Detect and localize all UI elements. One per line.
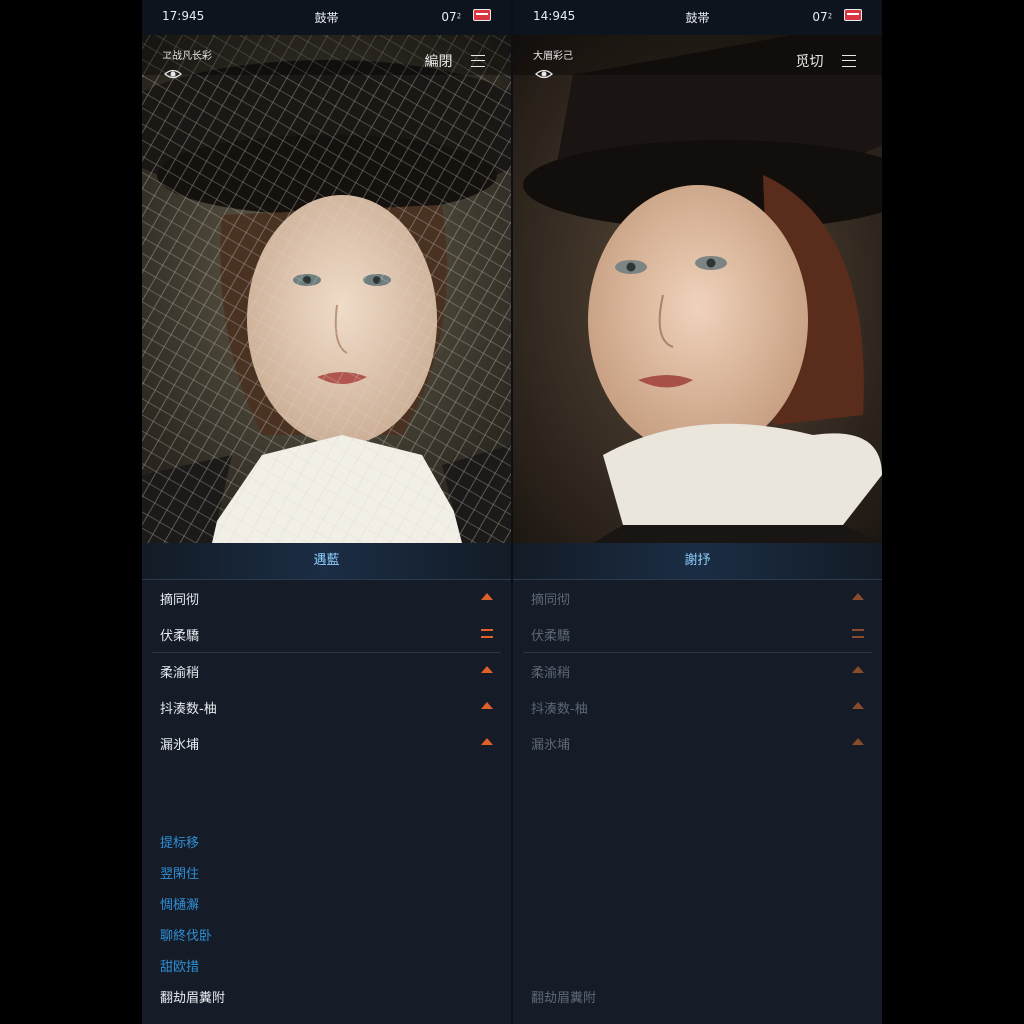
menu-item-label: 柔渝稍 (531, 666, 571, 681)
menu-item-label: 漏氷埔 (531, 738, 571, 753)
menu-item-label: 抖湊数-柚 (160, 702, 217, 717)
link-item[interactable]: 提标移 (160, 832, 212, 863)
menu-item-label: 摘同彻 (531, 593, 571, 608)
up-arrow-icon (481, 702, 493, 709)
top-actions: 編閉 (425, 51, 485, 71)
top-action-button[interactable]: 觅切 (796, 54, 824, 70)
menu-item-3[interactable]: 柔渝稍 (142, 653, 511, 689)
footer-text: 翻劫眉糞附 (531, 991, 597, 1006)
link-item[interactable]: 甜欧措 (160, 956, 212, 987)
photo-overlay: ヱ战凡长彩 編閉 (142, 35, 511, 135)
link-list: 提标移 翌閑住 惆樋澥 聊終伐卧 甜欧措 (160, 832, 212, 987)
up-arrow-icon (852, 738, 864, 745)
eye-icon[interactable] (535, 67, 553, 81)
menu-item-2[interactable]: 伏柔驕 (142, 616, 511, 652)
menu-item-4[interactable]: 抖湊数-柚 (513, 689, 882, 725)
section-header[interactable]: 謝抒 (513, 543, 882, 580)
status-bar: 17:945 鼓帯 07⁲ (142, 0, 511, 35)
settings-menu: 摘同彻 伏柔驕 柔渝稍 抖湊数-柚 漏氷埔 (142, 580, 511, 761)
menu-item-label: 漏氷埔 (160, 738, 200, 753)
lines-icon (481, 629, 493, 638)
menu-item-label: 伏柔驕 (160, 629, 200, 644)
status-battery-text: 07⁲ (812, 10, 832, 24)
lines-icon (852, 629, 864, 638)
menu-item-4[interactable]: 抖湊数-柚 (142, 689, 511, 725)
app-window: 17:945 鼓帯 07⁲ (142, 0, 882, 1024)
footer-text: 翻劫眉糞附 (160, 991, 226, 1006)
menu-item-label: 摘同彻 (160, 593, 200, 608)
up-arrow-icon (481, 738, 493, 745)
top-actions: 觅切 (796, 51, 856, 71)
photo-caption: ヱ战凡长彩 (162, 51, 212, 62)
photo-overlay: 大眉彩己 觅切 (513, 35, 882, 135)
menu-item-5[interactable]: 漏氷埔 (142, 725, 511, 761)
link-item[interactable]: 聊終伐卧 (160, 925, 212, 956)
up-arrow-icon (852, 593, 864, 600)
link-item[interactable]: 惆樋澥 (160, 894, 212, 925)
menu-item-1[interactable]: 摘同彻 (513, 580, 882, 616)
menu-item-5[interactable]: 漏氷埔 (513, 725, 882, 761)
link-item[interactable]: 翌閑住 (160, 863, 212, 894)
photo-caption: 大眉彩己 (533, 51, 573, 62)
menu-icon[interactable] (842, 55, 856, 67)
up-arrow-icon (481, 593, 493, 600)
status-battery-text: 07⁲ (441, 10, 461, 24)
menu-item-1[interactable]: 摘同彻 (142, 580, 511, 616)
up-arrow-icon (481, 666, 493, 673)
status-bar: 14:945 鼓帯 07⁲ (513, 0, 882, 35)
menu-item-label: 抖湊数-柚 (531, 702, 588, 717)
up-arrow-icon (852, 666, 864, 673)
section-header[interactable]: 遇藍 (142, 543, 511, 580)
menu-item-2[interactable]: 伏柔驕 (513, 616, 882, 652)
portrait-photo[interactable]: 大眉彩己 觅切 (513, 35, 882, 543)
left-panel: 17:945 鼓帯 07⁲ (142, 0, 511, 1024)
up-arrow-icon (852, 702, 864, 709)
menu-icon[interactable] (471, 55, 485, 67)
eye-icon[interactable] (164, 67, 182, 81)
settings-menu: 摘同彻 伏柔驕 柔渝稍 抖湊数-柚 漏氷埔 (513, 580, 882, 761)
battery-icon (473, 9, 491, 21)
menu-item-label: 伏柔驕 (531, 629, 571, 644)
top-action-button[interactable]: 編閉 (425, 54, 453, 70)
menu-item-label: 柔渝稍 (160, 666, 200, 681)
battery-icon (844, 9, 862, 21)
menu-item-3[interactable]: 柔渝稍 (513, 653, 882, 689)
right-panel: 14:945 鼓帯 07⁲ (513, 0, 882, 1024)
portrait-photo[interactable]: ヱ战凡长彩 編閉 (142, 35, 511, 543)
